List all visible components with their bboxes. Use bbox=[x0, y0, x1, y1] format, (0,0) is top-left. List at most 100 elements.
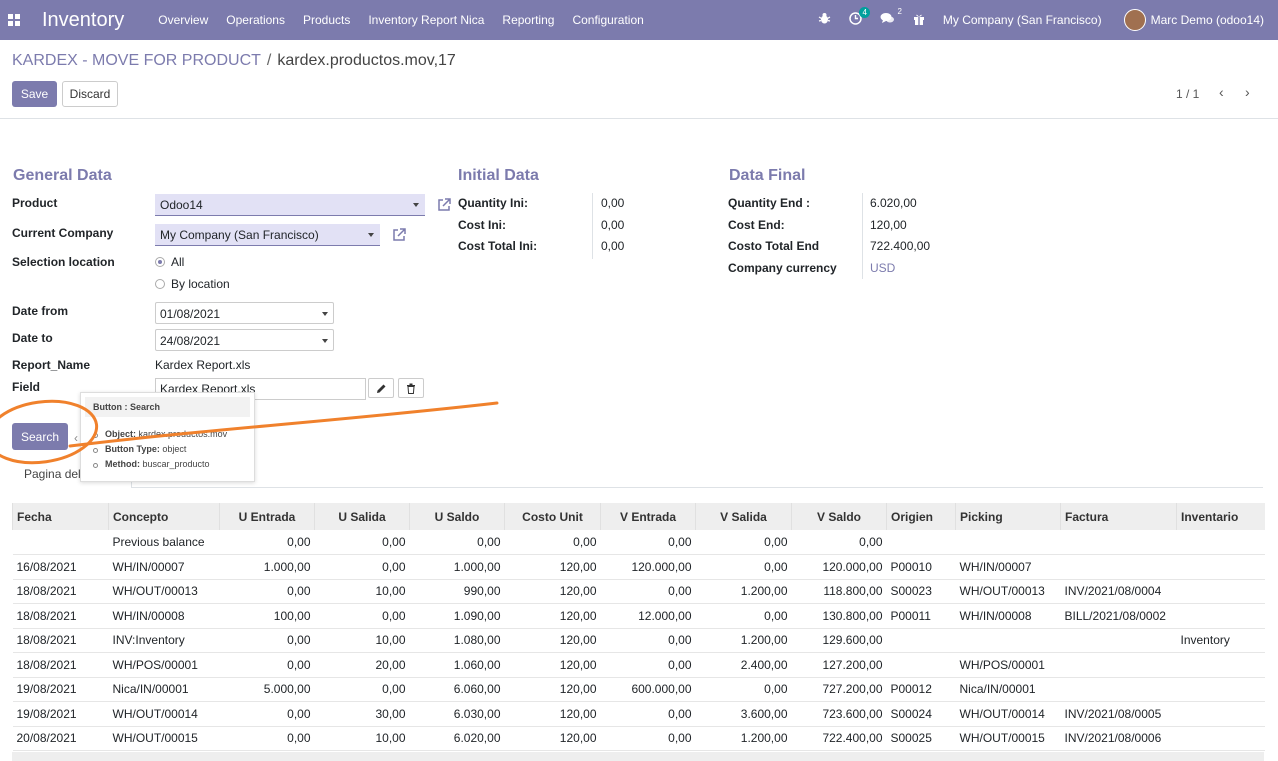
table-row[interactable]: 20/08/2021 WH/OUT/00015 0,00 10,00 6.020,00 1… bbox=[12, 726, 1265, 751]
cell-inventario: Inventory bbox=[1176, 628, 1265, 653]
cell-factura bbox=[1060, 677, 1177, 702]
table-row[interactable]: 16/08/2021 WH/IN/00007 1.000,00 0,00 1.000,0… bbox=[12, 554, 1265, 580]
cell-u-entrada: 5.000,00 bbox=[219, 677, 315, 702]
cell-inventario bbox=[1176, 603, 1265, 629]
radio-checked-icon[interactable] bbox=[155, 257, 165, 267]
cell-v-salida: 3.600,00 bbox=[695, 701, 792, 727]
navbar-systray: 4 2 My Company (San Francisco) Marc Demo… bbox=[818, 0, 1278, 40]
company-value: My Company (San Francisco) bbox=[160, 228, 319, 242]
col-picking[interactable]: Picking bbox=[955, 503, 1061, 530]
delete-file-button[interactable] bbox=[398, 378, 424, 398]
pager-next-icon[interactable]: › bbox=[1245, 84, 1250, 100]
date-to-input[interactable]: 24/08/2021 bbox=[155, 329, 334, 351]
product-dropdown-caret-icon[interactable] bbox=[413, 203, 419, 207]
pager-previous-icon[interactable]: ‹ bbox=[1219, 84, 1224, 100]
tooltip-key: Object: bbox=[105, 429, 137, 439]
edit-file-button[interactable] bbox=[368, 378, 394, 398]
menu-overview[interactable]: Overview bbox=[158, 13, 208, 27]
company-switcher[interactable]: My Company (San Francisco) bbox=[943, 13, 1102, 27]
cell-u-saldo: 1.000,00 bbox=[409, 554, 505, 580]
cell-u-entrada: 1.000,00 bbox=[219, 554, 315, 580]
company-field[interactable]: My Company (San Francisco) bbox=[155, 224, 380, 246]
radio-unchecked-icon[interactable] bbox=[155, 279, 165, 289]
col-u-saldo[interactable]: U Saldo bbox=[409, 503, 505, 530]
product-field[interactable]: Odoo14 bbox=[155, 194, 425, 216]
col-v-salida[interactable]: V Salida bbox=[695, 503, 792, 530]
cell-origien bbox=[886, 628, 956, 653]
location-radio-by-location[interactable]: By location bbox=[155, 277, 230, 291]
company-currency-link[interactable]: USD bbox=[870, 261, 895, 275]
cell-u-entrada: 0,00 bbox=[219, 530, 315, 555]
tooltip-key: Button Type: bbox=[105, 444, 160, 454]
table-row[interactable]: 19/08/2021 Nica/IN/00001 5.000,00 0,00 6.060… bbox=[12, 677, 1265, 702]
table-row[interactable]: 18/08/2021 WH/OUT/00013 0,00 10,00 990,00 120… bbox=[12, 579, 1265, 604]
tooltip-value: buscar_producto bbox=[142, 459, 210, 469]
date-from-caret-icon[interactable] bbox=[322, 312, 328, 316]
cell-costo-unit: 120,00 bbox=[504, 628, 601, 653]
col-costo-unit[interactable]: Costo Unit bbox=[504, 503, 601, 530]
company-dropdown-caret-icon[interactable] bbox=[368, 233, 374, 237]
app-brand[interactable]: Inventory bbox=[42, 9, 124, 32]
col-concepto[interactable]: Concepto bbox=[108, 503, 220, 530]
cell-v-entrada: 0,00 bbox=[600, 530, 696, 555]
activity-clock-icon[interactable]: 4 bbox=[849, 7, 870, 28]
table-footer bbox=[12, 752, 1264, 761]
date-from-input[interactable]: 01/08/2021 bbox=[155, 302, 334, 324]
cell-origien: S00023 bbox=[886, 579, 956, 604]
cell-v-entrada: 600.000,00 bbox=[600, 677, 696, 702]
cell-v-salida: 1.200,00 bbox=[695, 579, 792, 604]
col-origien[interactable]: Origien bbox=[886, 503, 956, 530]
gift-icon[interactable] bbox=[913, 13, 925, 28]
kardex-moves-table: Fecha Concepto U Entrada U Salida U Sald… bbox=[12, 503, 1265, 751]
cell-costo-unit: 120,00 bbox=[504, 652, 601, 678]
cost-total-ini-value: 0,00 bbox=[601, 239, 625, 253]
col-u-entrada[interactable]: U Entrada bbox=[219, 503, 315, 530]
messages-icon[interactable]: 2 bbox=[880, 7, 902, 28]
cell-factura bbox=[1060, 652, 1177, 678]
table-row[interactable]: 19/08/2021 WH/OUT/00014 0,00 30,00 6.030,00 1… bbox=[12, 701, 1265, 727]
cell-inventario bbox=[1176, 554, 1265, 580]
cell-picking: WH/IN/00007 bbox=[955, 554, 1061, 580]
cell-concepto: WH/OUT/00014 bbox=[108, 701, 220, 727]
apps-menu-icon[interactable] bbox=[8, 14, 20, 26]
initial-data-title: Initial Data bbox=[458, 167, 539, 184]
table-row[interactable]: 18/08/2021 INV:Inventory 0,00 10,00 1.080,00… bbox=[12, 628, 1265, 653]
save-button[interactable]: Save bbox=[12, 81, 57, 107]
table-row[interactable]: 18/08/2021 WH/IN/00008 100,00 0,00 1.090,00 1… bbox=[12, 603, 1265, 629]
col-v-entrada[interactable]: V Entrada bbox=[600, 503, 696, 530]
bug-icon[interactable] bbox=[818, 12, 831, 28]
cell-u-entrada: 100,00 bbox=[219, 603, 315, 629]
table-row[interactable]: Previous balance 0,00 0,00 0,00 0,00 0,00 0,00… bbox=[12, 530, 1265, 555]
menu-reporting[interactable]: Reporting bbox=[502, 13, 554, 27]
menu-configuration[interactable]: Configuration bbox=[572, 13, 643, 27]
discard-button[interactable]: Discard bbox=[62, 81, 118, 107]
cell-v-entrada: 0,00 bbox=[600, 701, 696, 727]
breadcrumb-parent[interactable]: KARDEX - MOVE FOR PRODUCT bbox=[12, 52, 261, 70]
breadcrumb-current: kardex.productos.mov,17 bbox=[277, 52, 456, 69]
location-label: Selection location bbox=[12, 255, 115, 269]
menu-inventory-report-nica[interactable]: Inventory Report Nica bbox=[368, 13, 484, 27]
col-inventario[interactable]: Inventario bbox=[1176, 503, 1265, 530]
company-external-link-icon[interactable] bbox=[391, 227, 407, 243]
col-factura[interactable]: Factura bbox=[1060, 503, 1177, 530]
date-to-caret-icon[interactable] bbox=[322, 339, 328, 343]
col-fecha[interactable]: Fecha bbox=[12, 503, 109, 530]
user-menu[interactable]: Marc Demo (odoo14) bbox=[1151, 13, 1264, 27]
cell-u-entrada: 0,00 bbox=[219, 628, 315, 653]
location-all-text: All bbox=[171, 255, 185, 269]
menu-operations[interactable]: Operations bbox=[226, 13, 285, 27]
product-external-link-icon[interactable] bbox=[436, 197, 452, 213]
col-v-saldo[interactable]: V Saldo bbox=[791, 503, 887, 530]
cell-concepto: WH/IN/00008 bbox=[108, 603, 220, 629]
cell-picking bbox=[955, 530, 1061, 555]
pager-value[interactable]: 1 / 1 bbox=[1176, 87, 1199, 101]
table-row[interactable]: 18/08/2021 WH/POS/00001 0,00 20,00 1.060,00 1… bbox=[12, 652, 1265, 678]
menu-products[interactable]: Products bbox=[303, 13, 350, 27]
search-button[interactable]: Search bbox=[12, 423, 68, 450]
cell-u-saldo: 6.020,00 bbox=[409, 726, 505, 751]
cell-u-saldo: 0,00 bbox=[409, 530, 505, 555]
col-u-salida[interactable]: U Salida bbox=[314, 503, 410, 530]
tab-pagina-del[interactable]: Pagina del bbox=[24, 467, 81, 481]
location-radio-all[interactable]: All bbox=[155, 255, 184, 269]
user-avatar[interactable] bbox=[1123, 9, 1146, 31]
